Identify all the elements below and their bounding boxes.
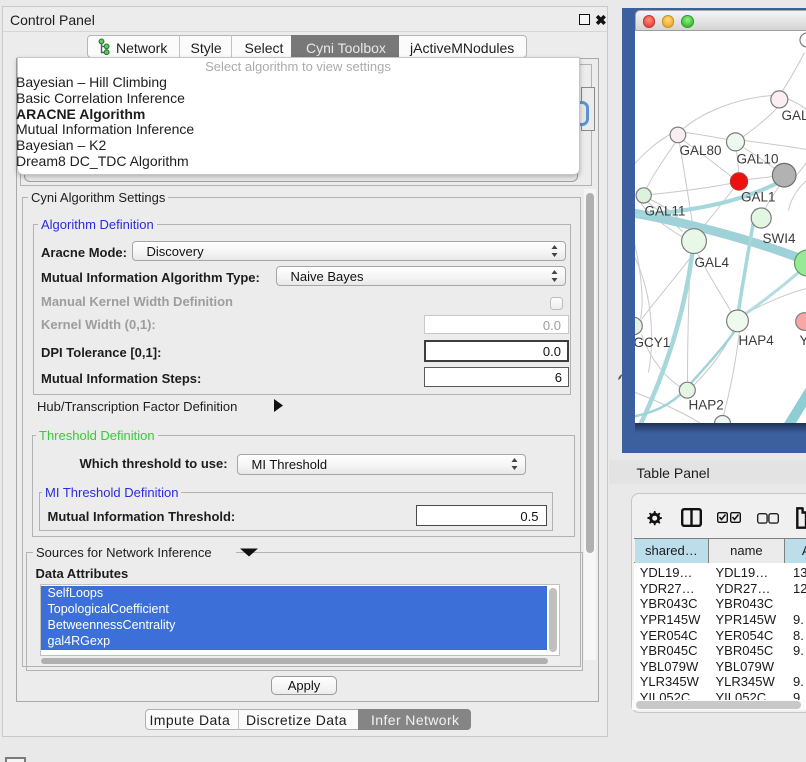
svg-text:GAL4: GAL4 <box>694 254 729 269</box>
svg-text:Y: Y <box>799 332 806 347</box>
svg-text:HAP4: HAP4 <box>738 332 774 347</box>
svg-text:GAL80: GAL80 <box>679 142 721 157</box>
svg-text:GCY1: GCY1 <box>635 334 670 349</box>
svg-text:GAL10: GAL10 <box>736 151 778 166</box>
svg-text:HAP2: HAP2 <box>688 397 723 412</box>
svg-text:GAL1: GAL1 <box>740 189 774 204</box>
svg-text:GAL11: GAL11 <box>644 203 685 218</box>
svg-text:GAL7: GAL7 <box>781 107 806 122</box>
svg-text:SWI4: SWI4 <box>762 230 795 245</box>
